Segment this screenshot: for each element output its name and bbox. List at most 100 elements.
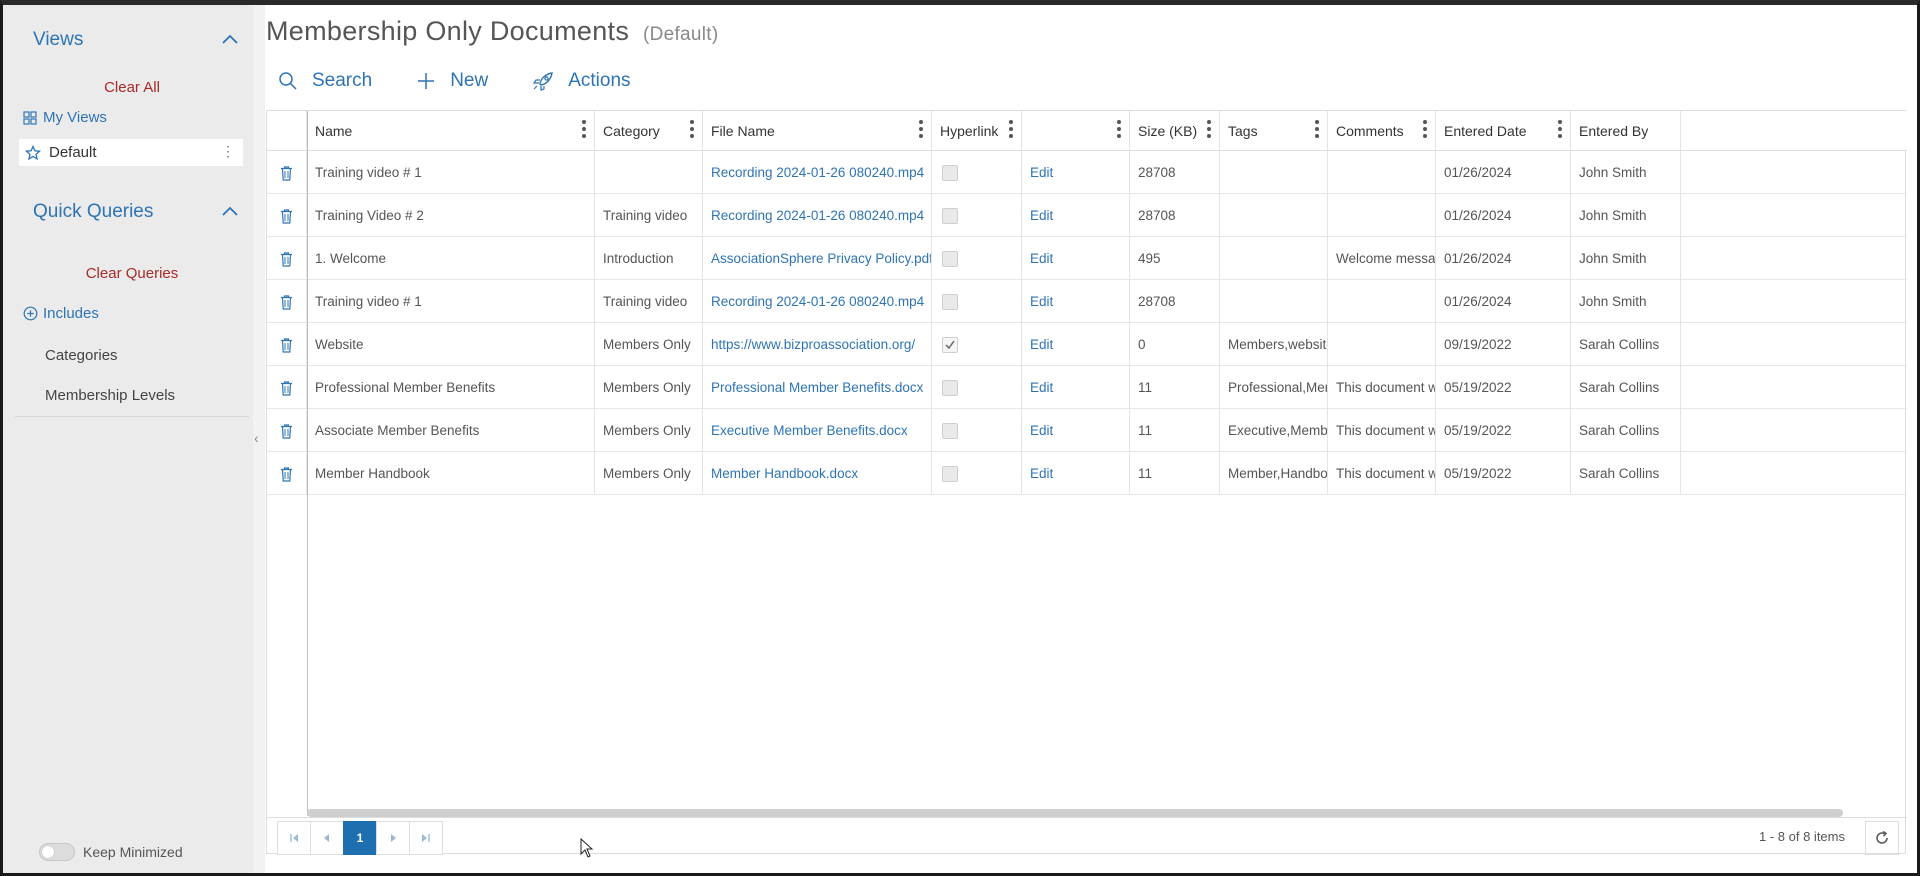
cell-by: Sarah Collins	[1571, 323, 1681, 366]
search-label: Search	[312, 70, 373, 91]
file-name-link[interactable]: AssociationSphere Privacy Policy.pdf	[703, 237, 932, 280]
views-panel-header[interactable]: Views	[15, 15, 249, 65]
table-row[interactable]: Training video # 1 Training video Recordin…	[267, 280, 1907, 323]
hyperlink-checkbox[interactable]	[942, 164, 958, 181]
hyperlink-checkbox[interactable]	[942, 422, 958, 439]
header-col-entered-by[interactable]: Entered By	[1571, 111, 1681, 151]
header-col-name[interactable]: Name	[307, 111, 595, 151]
column-menu-icon[interactable]	[1117, 120, 1121, 138]
table-row[interactable]: Professional Member Benefits Members Only…	[267, 366, 1907, 409]
new-button[interactable]: New	[416, 70, 488, 92]
table-row[interactable]: Website Members Only https://www.bizproass…	[267, 323, 1907, 366]
refresh-button[interactable]	[1865, 821, 1899, 855]
file-name-link[interactable]: https://www.bizproassociation.org/	[703, 323, 932, 366]
search-button[interactable]: Search	[278, 70, 372, 92]
quick-queries-header[interactable]: Quick Queries	[15, 187, 249, 237]
trash-icon[interactable]	[279, 251, 294, 267]
my-views-link[interactable]: My Views	[23, 109, 107, 126]
header-col-entered-date[interactable]: Entered Date	[1436, 111, 1571, 151]
cell-category	[595, 151, 703, 194]
trash-icon[interactable]	[279, 380, 294, 396]
horizontal-scrollbar[interactable]	[307, 809, 1843, 817]
views-panel: Clear All My Views Default ⋮	[15, 65, 249, 166]
trash-icon[interactable]	[279, 294, 294, 310]
trash-icon[interactable]	[279, 466, 294, 482]
file-name-link[interactable]: Recording 2024-01-26 080240.mp4	[703, 194, 932, 237]
header-col-category[interactable]: Category	[595, 111, 703, 151]
column-menu-icon[interactable]	[1423, 120, 1427, 138]
includes-item[interactable]: Includes	[23, 305, 99, 322]
header-col-file-name[interactable]: File Name	[703, 111, 932, 151]
file-name-link[interactable]: Executive Member Benefits.docx	[703, 409, 932, 452]
plus-icon	[418, 73, 435, 89]
column-menu-icon[interactable]	[1558, 120, 1562, 138]
cell-name: Professional Member Benefits	[307, 366, 595, 409]
last-page-button[interactable]	[409, 821, 443, 855]
view-menu-icon[interactable]: ⋮	[221, 143, 235, 159]
cell-tags	[1220, 194, 1328, 237]
hyperlink-checkbox[interactable]	[942, 336, 958, 353]
trash-icon[interactable]	[279, 423, 294, 439]
pager-buttons: 1	[277, 821, 443, 855]
edit-link[interactable]: Edit	[1022, 280, 1130, 323]
previous-page-button[interactable]	[310, 821, 344, 855]
hyperlink-checkbox[interactable]	[942, 293, 958, 310]
keep-minimized-toggle[interactable]	[39, 843, 75, 861]
column-menu-icon[interactable]	[690, 120, 694, 138]
table-row[interactable]: Associate Member Benefits Members Only Exe…	[267, 409, 1907, 452]
edit-link[interactable]: Edit	[1022, 151, 1130, 194]
column-menu-icon[interactable]	[1207, 120, 1211, 138]
edit-link[interactable]: Edit	[1022, 366, 1130, 409]
column-menu-icon[interactable]	[919, 120, 923, 138]
hyperlink-checkbox[interactable]	[942, 465, 958, 482]
default-view-item[interactable]: Default ⋮	[19, 139, 243, 166]
header-col-size[interactable]: Size (KB)	[1130, 111, 1220, 151]
edit-link[interactable]: Edit	[1022, 323, 1130, 366]
trash-icon[interactable]	[279, 208, 294, 224]
file-name-link[interactable]: Member Handbook.docx	[703, 452, 932, 495]
header-label: Entered By	[1579, 123, 1649, 139]
header-col-tags[interactable]: Tags	[1220, 111, 1328, 151]
clear-queries-link[interactable]: Clear Queries	[15, 265, 249, 282]
edit-link[interactable]: Edit	[1022, 409, 1130, 452]
column-menu-icon[interactable]	[1009, 120, 1013, 138]
trash-icon[interactable]	[279, 165, 294, 181]
column-menu-icon[interactable]	[582, 120, 586, 138]
actions-button[interactable]: Actions	[532, 70, 631, 92]
header-col-hyperlink[interactable]: Hyperlink	[932, 111, 1022, 151]
edit-link[interactable]: Edit	[1022, 237, 1130, 280]
page-number-button[interactable]: 1	[343, 821, 377, 855]
query-item-membership-levels[interactable]: Membership Levels	[45, 387, 175, 404]
chevron-left-icon[interactable]: ‹	[254, 430, 259, 446]
file-name-link[interactable]: Recording 2024-01-26 080240.mp4	[703, 151, 932, 194]
hyperlink-checkbox[interactable]	[942, 250, 958, 267]
table-row[interactable]: Member Handbook Members Only Member Handbo…	[267, 452, 1907, 495]
header-col-comments[interactable]: Comments	[1328, 111, 1436, 151]
first-page-button[interactable]	[277, 821, 311, 855]
cell-hyperlink	[932, 409, 1022, 452]
edit-link[interactable]: Edit	[1022, 452, 1130, 495]
quick-queries-title: Quick Queries	[33, 201, 154, 222]
hyperlink-checkbox[interactable]	[942, 379, 958, 396]
edit-link[interactable]: Edit	[1022, 194, 1130, 237]
star-icon[interactable]	[25, 144, 41, 161]
keep-minimized: Keep Minimized	[39, 843, 183, 861]
table-row[interactable]: Training Video # 2 Training video Recordin…	[267, 194, 1907, 237]
cell-comments	[1328, 151, 1436, 194]
hyperlink-checkbox[interactable]	[942, 207, 958, 224]
file-name-link[interactable]: Professional Member Benefits.docx	[703, 366, 932, 409]
chevron-up-icon[interactable]	[221, 203, 239, 221]
column-menu-icon[interactable]	[1315, 120, 1319, 138]
clear-all-link[interactable]: Clear All	[15, 79, 249, 96]
header-col-edit[interactable]	[1022, 111, 1130, 151]
grid-header: Name Category File Name Hyperlink Size (KB) T…	[267, 111, 1907, 151]
table-row[interactable]: Training video # 1 Recording 2024-01-26 0…	[267, 151, 1907, 194]
query-item-categories[interactable]: Categories	[45, 347, 118, 364]
cell-by: Sarah Collins	[1571, 409, 1681, 452]
next-page-button[interactable]	[376, 821, 410, 855]
trash-icon[interactable]	[279, 337, 294, 353]
cell-tags	[1220, 151, 1328, 194]
chevron-up-icon[interactable]	[221, 31, 239, 49]
file-name-link[interactable]: Recording 2024-01-26 080240.mp4	[703, 280, 932, 323]
table-row[interactable]: 1. Welcome Introduction AssociationSphere …	[267, 237, 1907, 280]
